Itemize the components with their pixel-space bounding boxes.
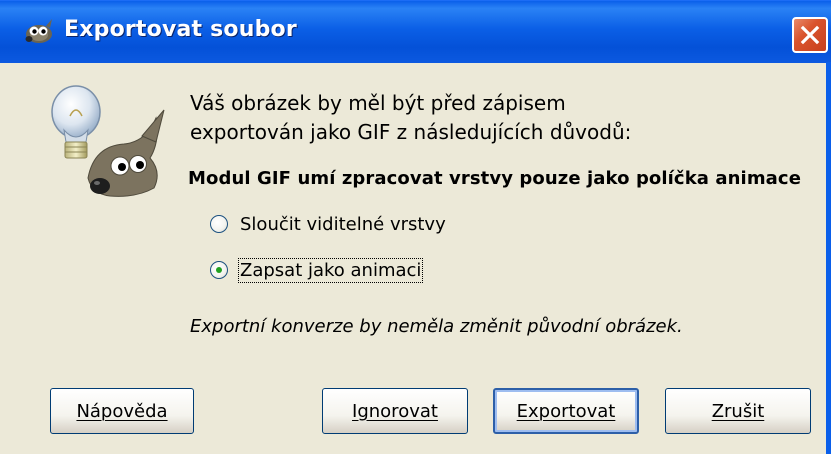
option-label: Sloučit viditelné vrstvy — [240, 213, 446, 235]
radio-button[interactable] — [210, 215, 228, 233]
ignore-button[interactable]: Ignorovat — [322, 388, 468, 434]
intro-message: Váš obrázek by měl být před zápisem expo… — [190, 89, 631, 147]
cancel-button[interactable]: Zrušit — [665, 388, 811, 434]
option-merge-layers[interactable]: Sloučit viditelné vrstvy — [210, 212, 446, 236]
window-border — [826, 62, 831, 454]
export-dialog: Exportovat soubor Váš obrázek by měl být… — [0, 0, 831, 454]
title-bar[interactable]: Exportovat soubor — [0, 0, 831, 63]
option-label: Zapsat jako animaci — [237, 257, 424, 283]
gimp-lightbulb-mascot-icon — [51, 85, 165, 197]
gimp-wilber-icon — [25, 19, 52, 43]
help-button[interactable]: Nápověda — [50, 388, 194, 434]
reason-heading: Modul GIF umí zpracovat vrstvy pouze jak… — [188, 168, 801, 189]
radio-dot — [216, 267, 222, 273]
option-save-as-animation[interactable]: Zapsat jako animaci — [210, 257, 424, 283]
close-button[interactable] — [792, 17, 828, 53]
window-title: Exportovat soubor — [64, 17, 297, 42]
intro-line-1: Váš obrázek by měl být před zápisem — [190, 91, 566, 115]
intro-line-2: exportován jako GIF z následujících důvo… — [190, 120, 632, 144]
radio-button-selected[interactable] — [210, 261, 228, 279]
conversion-note: Exportní konverze by neměla změnit původ… — [190, 316, 683, 337]
close-icon — [800, 25, 820, 45]
export-button[interactable]: Exportovat — [493, 388, 639, 434]
